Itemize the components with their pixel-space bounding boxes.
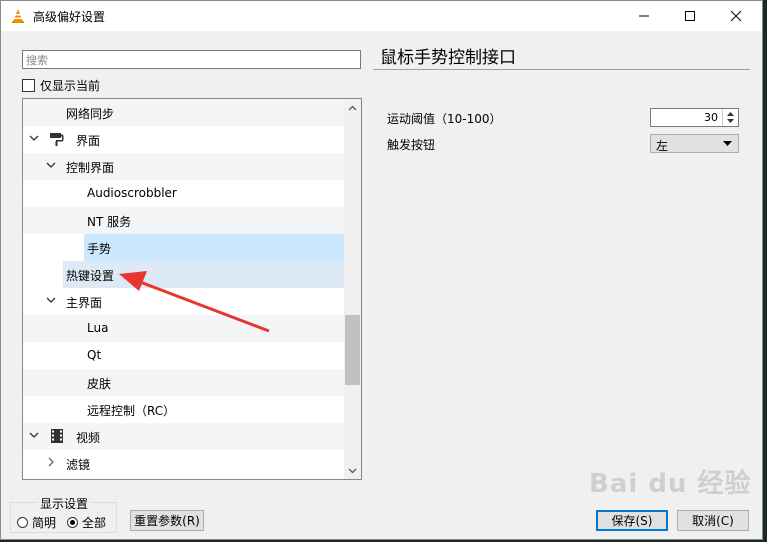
preferences-window: 高级偏好设置 搜索 仅显示当前 网络同步 界面 控制界面 Audioscrobb… [0, 0, 763, 540]
annotation-arrow [119, 271, 270, 333]
